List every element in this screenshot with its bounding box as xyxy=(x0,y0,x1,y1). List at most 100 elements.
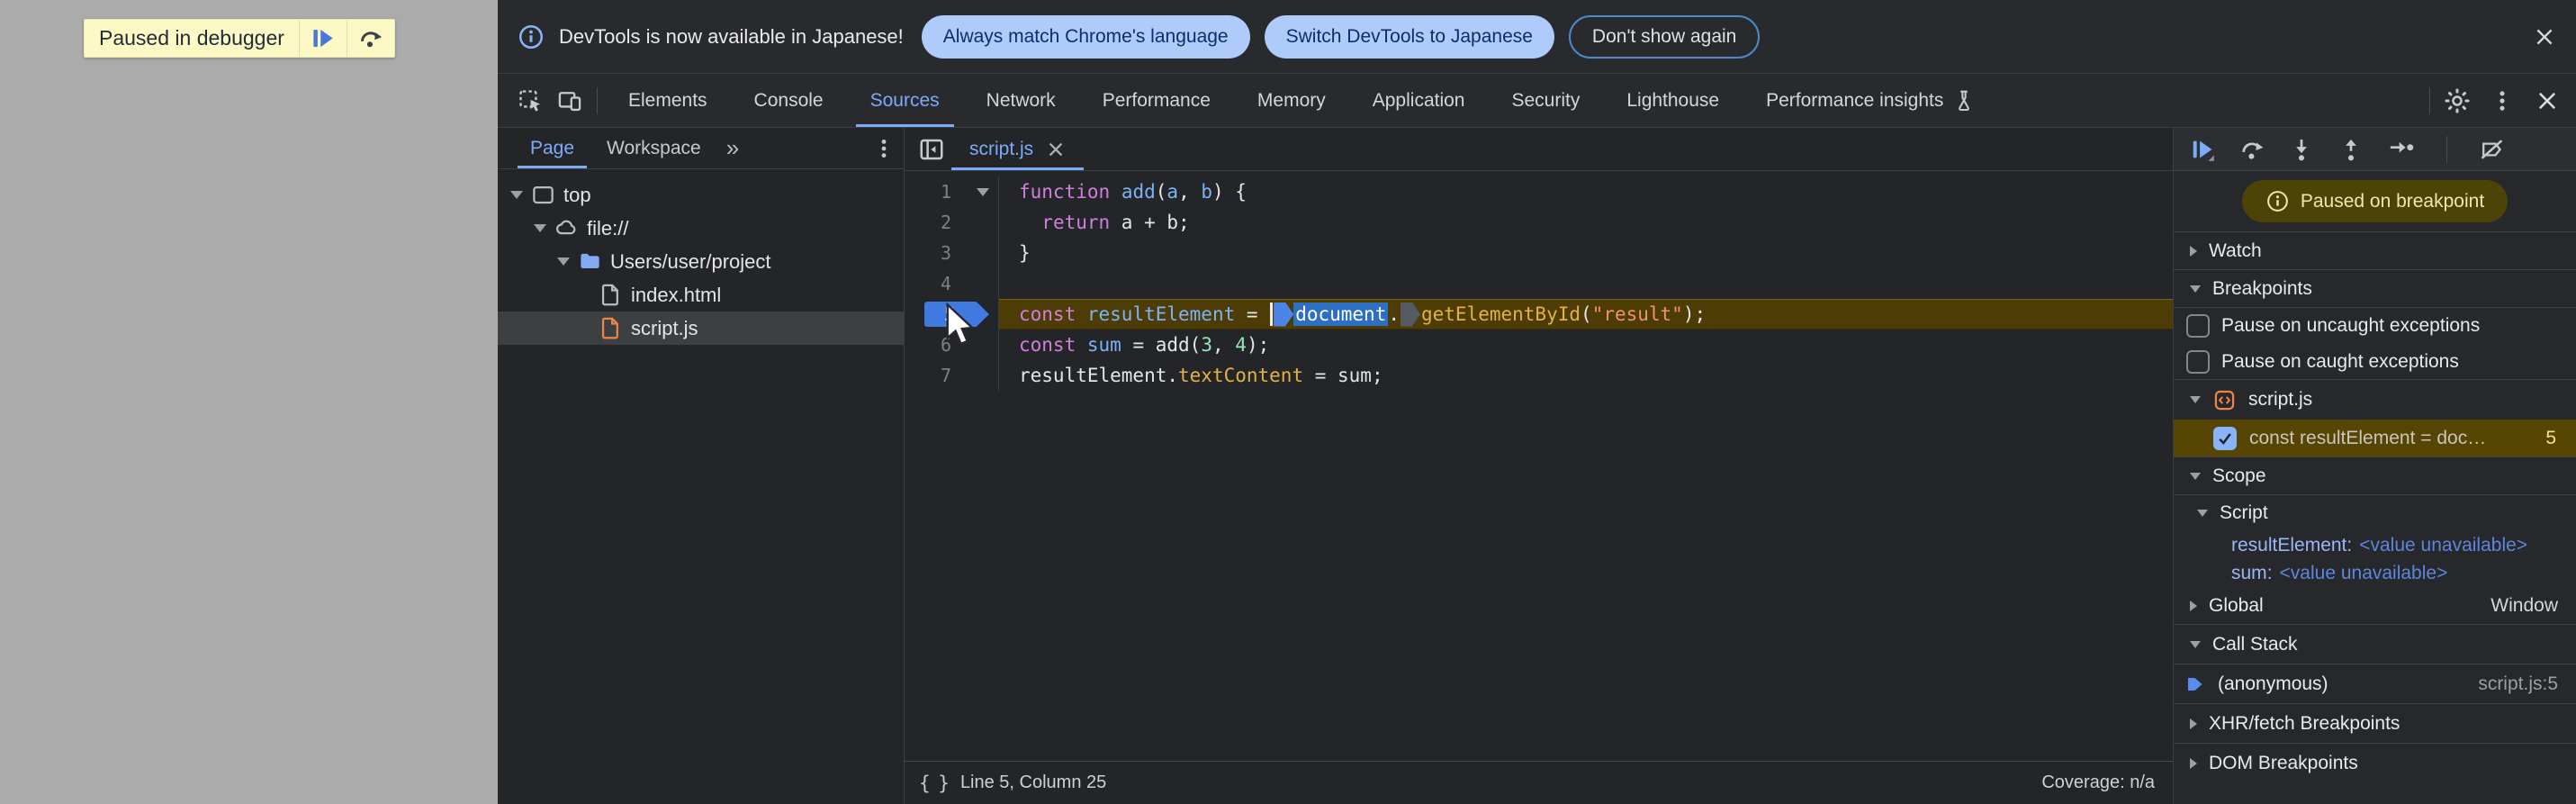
more-options-button[interactable] xyxy=(2482,88,2522,113)
gutter-line-4[interactable]: 4 xyxy=(905,268,999,299)
code-line-3: 3} xyxy=(905,238,2173,268)
global-value: Window xyxy=(2490,594,2558,616)
step-over-icon xyxy=(2242,142,2264,159)
toggle-sidebar-icon xyxy=(920,139,943,159)
chevron-down-icon[interactable] xyxy=(2190,640,2201,648)
section-scope[interactable]: Scope xyxy=(2174,457,2576,495)
pretty-print-icon[interactable]: { } xyxy=(919,772,950,794)
settings-button[interactable] xyxy=(2437,87,2477,114)
breakpoint-file-group[interactable]: script.js xyxy=(2174,380,2576,420)
file-tree: top file:// Users/user/project index.htm… xyxy=(498,169,904,345)
code-editor[interactable]: 1function add(a, b) {2 return a + b;3} 4 5… xyxy=(905,171,2173,761)
frame-location: script.js:5 xyxy=(2478,673,2558,694)
text-caret[interactable] xyxy=(1270,303,1274,326)
navigator-more-menu-button[interactable] xyxy=(864,128,904,168)
code-lines: 1function add(a, b) {2 return a + b;3} 4 5… xyxy=(905,176,2173,391)
section-breakpoints[interactable]: Breakpoints xyxy=(2174,270,2576,308)
chevron-down-icon[interactable] xyxy=(510,191,523,199)
navigator-tabbar: Page Workspace » xyxy=(498,128,904,169)
switch-devtools-japanese-button[interactable]: Switch DevTools to Japanese xyxy=(1264,14,1554,59)
breakpoint-entry[interactable]: const resultElement = doc… 5 xyxy=(2174,420,2576,457)
device-toolbar-button[interactable] xyxy=(550,74,590,127)
tree-item-top[interactable]: top xyxy=(498,178,904,212)
devtools-close-button[interactable] xyxy=(2527,88,2567,113)
chevron-down-icon[interactable] xyxy=(2190,285,2201,293)
inline-breakpoint-candidate-icon[interactable] xyxy=(1401,302,1420,327)
gutter-line-3[interactable]: 3 xyxy=(905,238,999,268)
scope-script-group[interactable]: Script xyxy=(2174,495,2576,531)
tree-item-file-protocol[interactable]: file:// xyxy=(498,212,904,245)
chevron-down-icon[interactable] xyxy=(2190,472,2201,480)
tab-network[interactable]: Network xyxy=(963,74,1079,127)
tab-console[interactable]: Console xyxy=(731,74,847,127)
devtools-window: DevTools is now available in Japanese! A… xyxy=(498,0,2576,804)
checkbox-unchecked[interactable] xyxy=(2186,314,2210,338)
section-watch[interactable]: Watch xyxy=(2174,232,2576,270)
step-over-button[interactable] xyxy=(347,20,394,57)
gutter-line-2[interactable]: 2 xyxy=(905,207,999,238)
line-number: 4 xyxy=(940,273,951,294)
close-icon[interactable] xyxy=(1046,140,1066,159)
more-tabs-chevron[interactable]: » xyxy=(717,128,748,168)
always-match-language-button[interactable]: Always match Chrome's language xyxy=(921,14,1250,59)
chevron-right-icon[interactable] xyxy=(2190,718,2197,729)
tab-sources[interactable]: Sources xyxy=(847,74,963,127)
step-over-button[interactable] xyxy=(2239,137,2265,162)
line-number: 3 xyxy=(940,242,951,264)
chevron-down-icon[interactable] xyxy=(557,257,570,266)
resume-script-button[interactable] xyxy=(300,20,347,57)
file-icon xyxy=(601,284,618,306)
tab-workspace[interactable]: Workspace xyxy=(590,128,717,168)
deactivate-breakpoints-button[interactable] xyxy=(2479,137,2506,162)
tab-performance-insights[interactable]: Performance insights xyxy=(1743,74,1999,127)
checkbox-checked[interactable] xyxy=(2213,426,2237,450)
call-stack-frame[interactable]: (anonymous) script.js:5 xyxy=(2174,664,2576,704)
gutter-line-7[interactable]: 7 xyxy=(905,360,999,391)
step-into-button[interactable] xyxy=(2289,137,2314,162)
chevron-down-icon[interactable] xyxy=(534,224,546,232)
screen: Paused in debugger DevTools is now avail… xyxy=(0,0,2576,804)
tab-page[interactable]: Page xyxy=(514,128,590,168)
section-xhr-breakpoints[interactable]: XHR/fetch Breakpoints xyxy=(2174,704,2576,744)
chevron-down-icon[interactable] xyxy=(2190,396,2201,403)
tab-memory[interactable]: Memory xyxy=(1234,74,1349,127)
tab-lighthouse[interactable]: Lighthouse xyxy=(1603,74,1743,127)
inspect-element-button[interactable] xyxy=(510,74,550,127)
toggle-navigator-button[interactable] xyxy=(912,128,951,170)
tab-application[interactable]: Application xyxy=(1349,74,1489,127)
inline-breakpoint-active-icon[interactable] xyxy=(1274,302,1294,327)
infobar-close-button[interactable] xyxy=(2533,25,2556,49)
scope-variable[interactable]: resultElement: <value unavailable> xyxy=(2174,531,2576,559)
tab-elements[interactable]: Elements xyxy=(605,74,731,127)
pause-caught-exceptions-row[interactable]: Pause on caught exceptions xyxy=(2174,344,2576,380)
resume-script-icon xyxy=(313,29,334,48)
divider xyxy=(2429,86,2430,114)
editor-tabbar: script.js xyxy=(905,128,2173,171)
fold-arrow-icon[interactable] xyxy=(977,187,989,196)
chevron-right-icon[interactable] xyxy=(2190,600,2197,611)
checkbox-unchecked[interactable] xyxy=(2186,349,2210,374)
resume-button[interactable] xyxy=(2190,137,2215,162)
step-out-button[interactable] xyxy=(2338,137,2364,162)
section-dom-breakpoints[interactable]: DOM Breakpoints xyxy=(2174,744,2576,783)
dont-show-again-button[interactable]: Don't show again xyxy=(1568,14,1761,59)
tree-item-project-folder[interactable]: Users/user/project xyxy=(498,245,904,278)
section-call-stack[interactable]: Call Stack xyxy=(2174,625,2576,664)
chevron-right-icon[interactable] xyxy=(2190,245,2197,257)
scope-variable[interactable]: sum: <value unavailable> xyxy=(2174,559,2576,587)
chevron-down-icon[interactable] xyxy=(2197,510,2208,517)
language-infobar: DevTools is now available in Japanese! A… xyxy=(498,0,2576,74)
tab-security[interactable]: Security xyxy=(1488,74,1603,127)
chevron-right-icon[interactable] xyxy=(2190,758,2197,769)
tree-item-index-html[interactable]: index.html xyxy=(498,278,904,312)
tab-performance[interactable]: Performance xyxy=(1079,74,1234,127)
pause-uncaught-exceptions-row[interactable]: Pause on uncaught exceptions xyxy=(2174,308,2576,344)
step-button[interactable] xyxy=(2388,137,2415,162)
editor-tab-script-js[interactable]: script.js xyxy=(951,128,1085,170)
tree-item-script-js[interactable]: script.js xyxy=(498,312,904,345)
gutter-line-1[interactable]: 1 xyxy=(905,176,999,207)
editor-pane: script.js 1 function add(a, b) {2 return … xyxy=(905,128,2173,804)
scope-global-group[interactable]: Global Window xyxy=(2174,587,2576,625)
flask-icon xyxy=(1959,90,1970,111)
close-icon xyxy=(2536,29,2553,44)
